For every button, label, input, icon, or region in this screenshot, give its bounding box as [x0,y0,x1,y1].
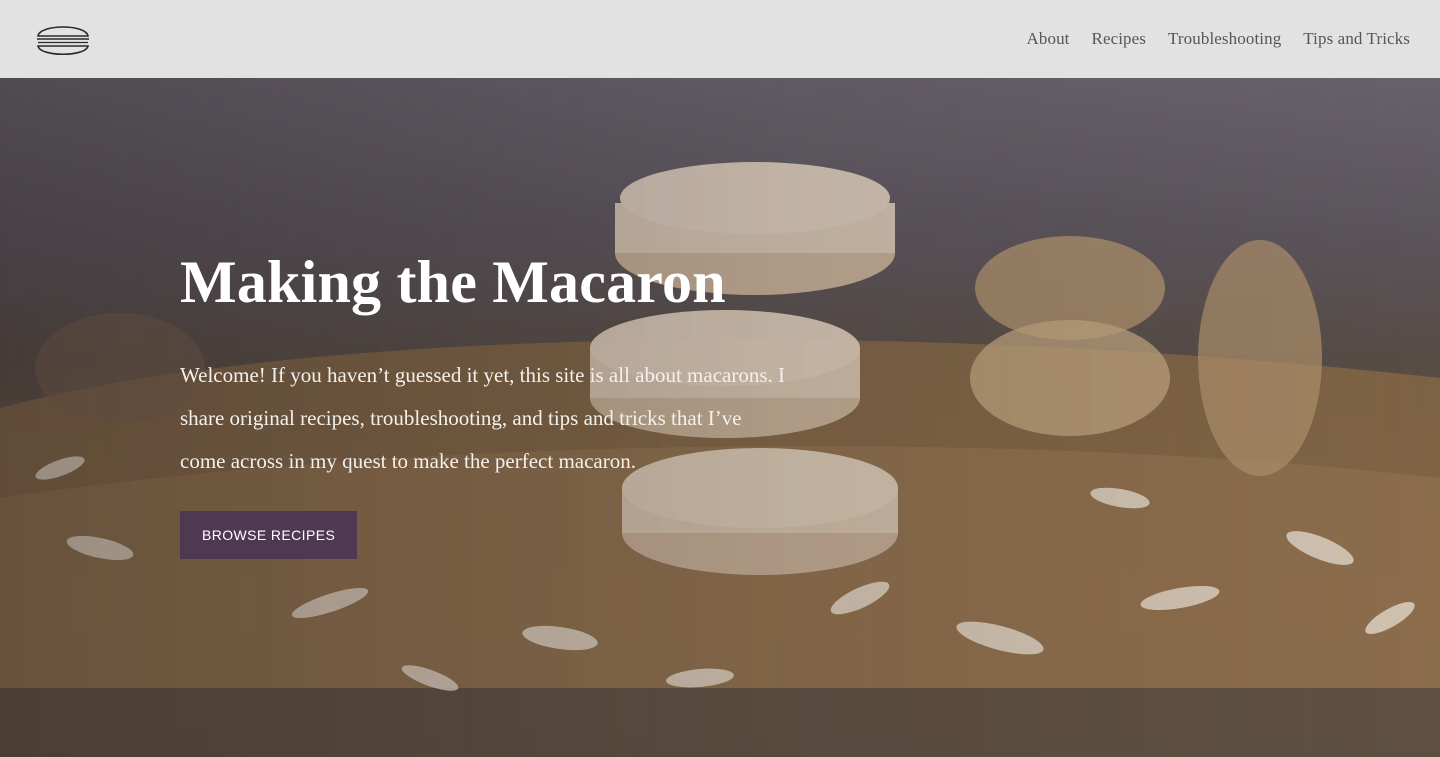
nav-recipes[interactable]: Recipes [1092,29,1147,49]
hero-title: Making the Macaron [180,249,726,315]
browse-recipes-button[interactable]: BROWSE RECIPES [180,511,358,559]
hero-section: Making the Macaron Welcome! If you haven… [0,78,1440,757]
site-header: About Recipes Troubleshooting Tips and T… [0,0,1440,78]
hero-intro-text: Welcome! If you haven’t guessed it yet, … [180,363,786,473]
page: About Recipes Troubleshooting Tips and T… [0,0,1440,757]
nav-tips-and-tricks[interactable]: Tips and Tricks [1303,29,1410,49]
main-nav: About Recipes Troubleshooting Tips and T… [1027,29,1411,49]
hero-content: Making the Macaron Welcome! If you haven… [180,246,800,559]
nav-troubleshooting[interactable]: Troubleshooting [1168,29,1281,49]
nav-about[interactable]: About [1027,29,1070,49]
macaron-icon[interactable] [34,18,92,60]
